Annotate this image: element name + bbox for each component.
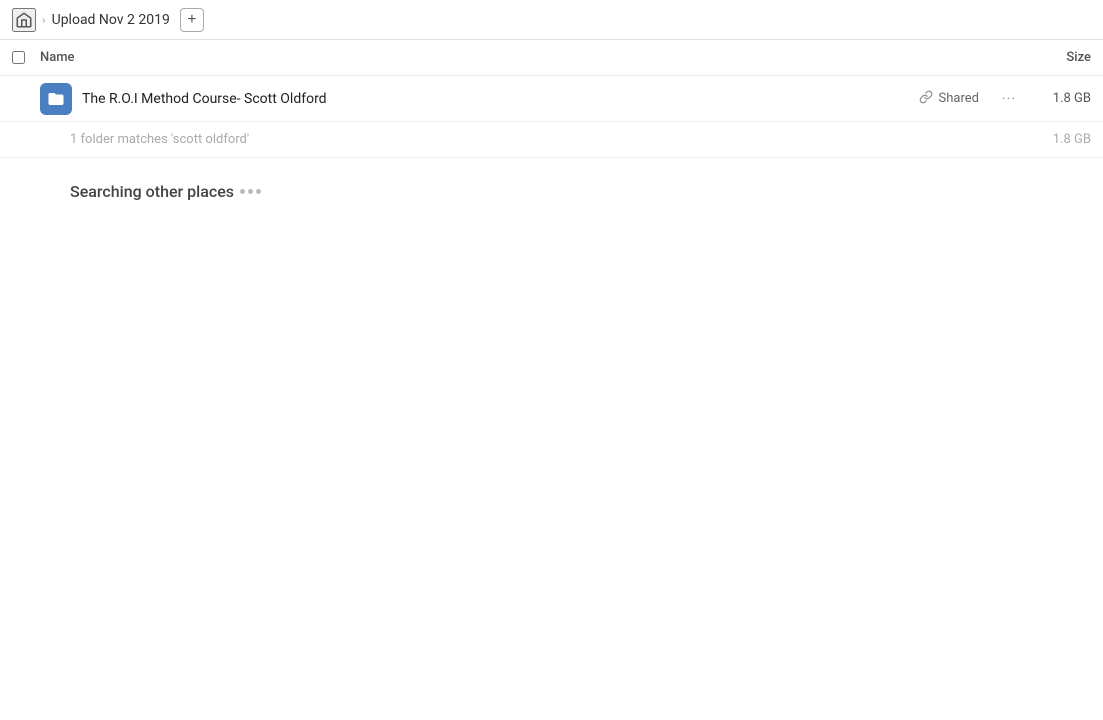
- home-button[interactable]: [12, 8, 36, 32]
- column-size-header: Size: [1011, 50, 1091, 65]
- searching-label: Searching other places: [70, 182, 1033, 201]
- file-row[interactable]: The R.O.I Method Course- Scott Oldford S…: [0, 76, 1103, 122]
- header-bar: › Upload Nov 2 2019 +: [0, 0, 1103, 40]
- file-name-label: The R.O.I Method Course- Scott Oldford: [82, 91, 919, 107]
- column-header-row: Name Size: [0, 40, 1103, 76]
- file-size-label: 1.8 GB: [1031, 91, 1091, 106]
- searching-text: Searching other places: [70, 182, 234, 201]
- summary-size: 1.8 GB: [1031, 132, 1091, 147]
- loading-indicator: [240, 189, 261, 194]
- more-icon: ···: [1002, 91, 1016, 107]
- add-button[interactable]: +: [180, 8, 204, 32]
- searching-section: Searching other places: [0, 158, 1103, 213]
- column-name-header: Name: [40, 50, 1011, 65]
- summary-text: 1 folder matches 'scott oldford': [70, 132, 1031, 147]
- select-all-checkbox[interactable]: [12, 51, 25, 64]
- more-options-button[interactable]: ···: [995, 85, 1023, 113]
- link-icon: [919, 90, 933, 108]
- summary-row: 1 folder matches 'scott oldford' 1.8 GB: [0, 122, 1103, 158]
- shared-label: Shared: [939, 91, 979, 106]
- breadcrumb-label: Upload Nov 2 2019: [52, 12, 170, 28]
- shared-area: Shared: [919, 90, 979, 108]
- file-folder-icon: [40, 83, 72, 115]
- header-checkbox-area: [12, 51, 40, 64]
- breadcrumb-separator: ›: [42, 13, 46, 27]
